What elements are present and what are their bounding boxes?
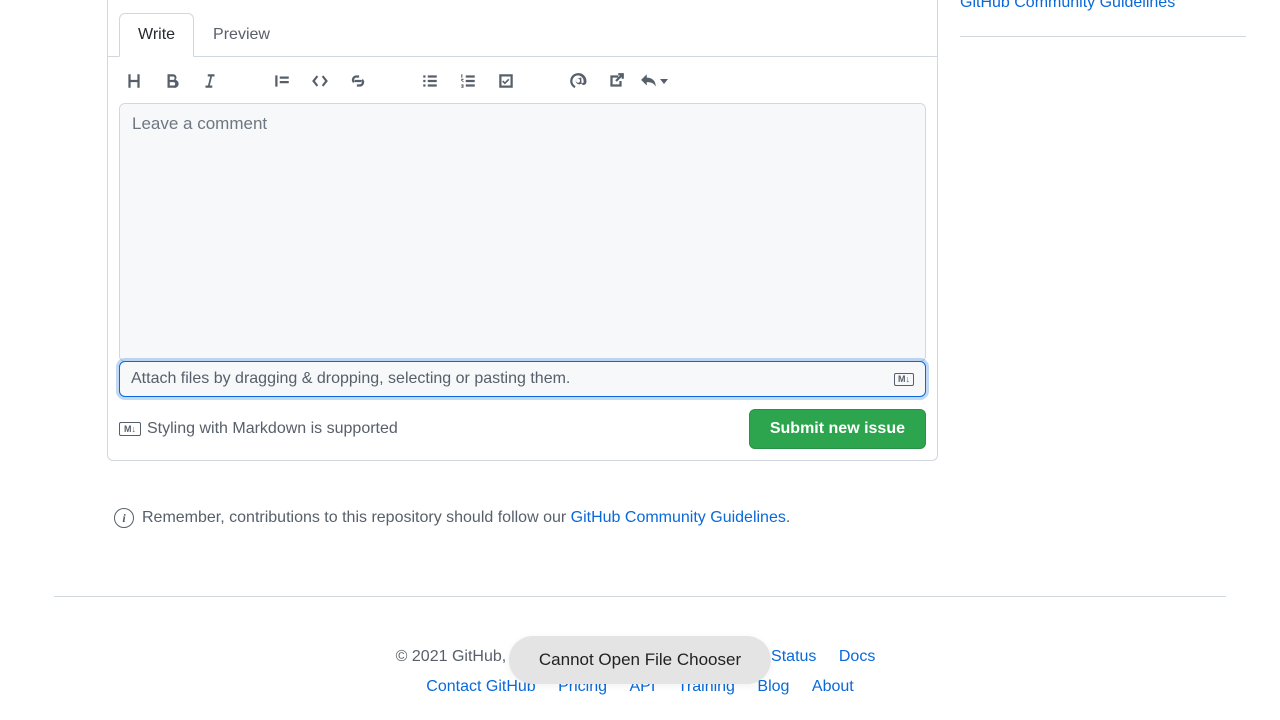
- mention-icon[interactable]: [564, 67, 592, 95]
- footer-blog-link[interactable]: Blog: [757, 678, 789, 695]
- tab-preview[interactable]: Preview: [194, 13, 289, 57]
- markdown-icon: M↓: [119, 422, 141, 436]
- textarea-container: [119, 103, 926, 362]
- chevron-down-icon: [660, 79, 668, 84]
- footer-contact-link[interactable]: Contact GitHub: [426, 678, 535, 695]
- editor-tabs: Write Preview: [108, 12, 937, 57]
- task-list-icon[interactable]: [492, 67, 520, 95]
- reminder-prefix: Remember, contributions to this reposito…: [142, 509, 571, 526]
- numbered-list-icon[interactable]: [454, 67, 482, 95]
- cross-reference-icon[interactable]: [602, 67, 630, 95]
- reply-icon[interactable]: [640, 67, 668, 95]
- code-icon[interactable]: [306, 67, 334, 95]
- quote-icon[interactable]: [268, 67, 296, 95]
- comment-form: Write Preview: [107, 0, 938, 461]
- footer-about-link[interactable]: About: [812, 678, 854, 695]
- contribution-reminder: i Remember, contributions to this reposi…: [114, 508, 790, 528]
- guidelines-link[interactable]: GitHub Community Guidelines: [571, 509, 786, 526]
- sidebar-guidelines-link[interactable]: GitHub Community Guidelines: [960, 0, 1175, 12]
- comment-textarea[interactable]: [120, 104, 925, 358]
- bullet-list-icon[interactable]: [416, 67, 444, 95]
- submit-new-issue-button[interactable]: Submit new issue: [749, 409, 926, 449]
- sidebar-divider: [960, 36, 1246, 37]
- markdown-icon: M↓: [894, 373, 914, 386]
- markdown-support-link[interactable]: M↓ Styling with Markdown is supported: [119, 420, 398, 438]
- bold-icon[interactable]: [158, 67, 186, 95]
- footer-status-link[interactable]: Status: [771, 648, 816, 665]
- markdown-support-text: Styling with Markdown is supported: [147, 420, 398, 438]
- info-icon: i: [114, 508, 134, 528]
- tab-write[interactable]: Write: [119, 13, 194, 57]
- formatting-toolbar: [108, 57, 937, 103]
- italic-icon[interactable]: [196, 67, 224, 95]
- attach-hint-text: Attach files by dragging & dropping, sel…: [131, 370, 570, 388]
- reminder-suffix: .: [786, 509, 790, 526]
- heading-icon[interactable]: [120, 67, 148, 95]
- footer-docs-link[interactable]: Docs: [839, 648, 875, 665]
- footer-divider: [54, 596, 1226, 597]
- attach-files-bar[interactable]: Attach files by dragging & dropping, sel…: [119, 361, 926, 397]
- toast-message: Cannot Open File Chooser: [509, 636, 771, 684]
- link-icon[interactable]: [344, 67, 372, 95]
